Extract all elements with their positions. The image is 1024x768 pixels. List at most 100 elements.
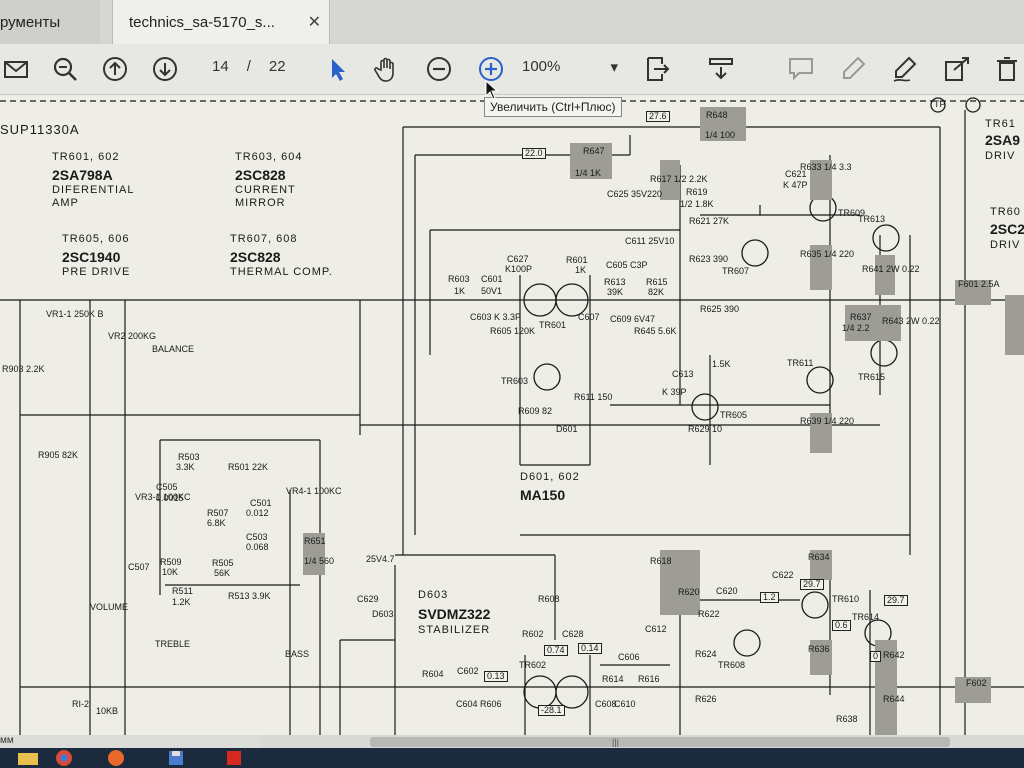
voltage-29-a: 29.7 — [800, 579, 824, 590]
voltage-0-14: 0.14 — [578, 643, 602, 654]
r509-value: 10K — [162, 567, 179, 577]
r636-label: R636 — [808, 644, 830, 654]
tab-document[interactable]: technics_sa-5170_s... ✕ — [112, 0, 330, 44]
document-view[interactable]: SUP11330A TR601, 602 2SA798A DIFERENTIAL… — [0, 95, 1024, 735]
f601-label: F601 2.5A — [958, 279, 1000, 289]
c605-label: C605 C3P — [606, 260, 648, 270]
mail-icon[interactable] — [0, 52, 34, 86]
c610-label: C610 — [614, 699, 636, 709]
sign-icon[interactable] — [888, 52, 922, 86]
r503-value: 3.3K — [176, 462, 195, 472]
r623-label: R623 390 — [689, 254, 729, 264]
save-disk-icon[interactable] — [156, 748, 196, 768]
c503-value: 0.068 — [246, 542, 269, 552]
file-explorer-icon[interactable] — [8, 748, 48, 768]
r613-label: R613 — [604, 277, 626, 287]
zoom-select[interactable]: 100% ▾ — [522, 58, 618, 76]
r619-label: R619 — [686, 187, 708, 197]
fit-page-icon[interactable] — [640, 52, 674, 86]
tab-document-label: technics_sa-5170_s... — [129, 13, 275, 31]
r603-value: 1K — [454, 286, 466, 296]
page-sep: / — [246, 58, 251, 75]
tr605-desc1: PRE DRIVE — [62, 266, 131, 278]
r645-label: R645 5.6K — [634, 326, 677, 336]
firefox-icon[interactable] — [96, 748, 136, 768]
select-cursor-icon[interactable] — [320, 52, 354, 86]
scrollbar-thumb[interactable] — [370, 737, 950, 747]
tr607-part: 2SC828 — [230, 249, 281, 265]
r651-label: R651 — [304, 536, 326, 546]
highlight-icon[interactable] — [836, 52, 870, 86]
close-tab-icon[interactable]: ✕ — [308, 12, 321, 32]
r642-label: R642 — [883, 650, 905, 660]
r620-label: R620 — [678, 587, 700, 597]
tr603-desc1: CURRENT — [235, 184, 296, 196]
d603-small: D603 — [372, 609, 394, 619]
c604-label: C604 — [456, 699, 478, 709]
r602-label: R602 — [522, 629, 544, 639]
tr603-part: 2SC828 — [235, 167, 286, 183]
units-label: мм — [0, 735, 14, 746]
c627-label: C627 — [507, 254, 529, 264]
page-total: 22 — [268, 58, 286, 75]
c620-label: C620 — [716, 586, 738, 596]
r609-label: R609 82 — [518, 406, 553, 416]
export-icon[interactable] — [940, 52, 974, 86]
c603-label: C603 K 3.3P — [470, 312, 522, 322]
chrome-icon[interactable] — [44, 748, 84, 768]
voltage-0: 0 — [870, 651, 882, 662]
zoom-search-icon[interactable] — [48, 52, 82, 86]
r625-label: R625 390 — [700, 304, 740, 314]
vr1-label: VR1-1 250K B — [46, 309, 104, 319]
acrobat-icon[interactable] — [214, 748, 254, 768]
r509-label: R509 — [160, 557, 182, 567]
tr608-label: TR608 — [718, 660, 746, 670]
toolbar: 14 / 22 100% ▾ — [0, 44, 1024, 95]
r613-value: 39K — [607, 287, 624, 297]
r511-label: R511 — [172, 586, 193, 596]
delete-icon[interactable] — [990, 52, 1024, 86]
c602-label: C602 — [457, 666, 479, 676]
tr613-label: TR613 — [858, 214, 886, 224]
r905-label: R905 82K — [38, 450, 79, 460]
tr601-desc1: DIFERENTIAL — [52, 184, 135, 196]
tab-tools[interactable]: рументы — [0, 0, 100, 44]
horizontal-scrollbar[interactable]: ||| — [260, 735, 1024, 749]
mouse-cursor-icon — [485, 80, 499, 100]
stabilizer-desc: STABILIZER — [418, 624, 491, 636]
page-current-input[interactable]: 14 — [212, 58, 229, 75]
c601-label: C601 — [481, 274, 503, 284]
c628-label: C628 — [562, 629, 584, 639]
tr603-label: TR603 — [501, 376, 529, 386]
r603-label: R603 — [448, 274, 470, 284]
tr602-label: TR602 — [519, 660, 547, 670]
c625-label: C625 35V220 — [607, 189, 663, 199]
diodes-ids: D601, 602 — [520, 471, 580, 483]
tr601-ids: TR601, 602 — [52, 151, 120, 163]
r501-label: R501 22K — [228, 462, 269, 472]
comment-icon[interactable] — [784, 52, 818, 86]
page-up-icon[interactable] — [98, 52, 132, 86]
r651-value: 1/4 560 — [304, 556, 335, 566]
tr607-desc1: THERMAL COMP. — [230, 266, 333, 278]
hand-icon[interactable] — [370, 52, 404, 86]
page-view-icon[interactable] — [704, 52, 738, 86]
zoom-out-icon[interactable] — [422, 52, 456, 86]
f602-label: F602 — [966, 678, 987, 688]
r629-label: R629 10 — [688, 424, 723, 434]
r637-value: 1/4 2.2 — [842, 323, 870, 333]
right-sc2: 2SC2 — [990, 221, 1024, 237]
c501-label: C501 — [250, 498, 272, 508]
vr-10kb-label: 10KB — [96, 706, 119, 716]
tr607-ids: TR607, 608 — [230, 233, 298, 245]
voltage-0-6: 0.6 — [832, 620, 851, 631]
r627-value: 1.5K — [712, 359, 731, 369]
page-down-icon[interactable] — [148, 52, 182, 86]
r648-value: 1/4 100 — [705, 130, 736, 140]
r634-label: R634 — [808, 552, 830, 562]
voltage-29-b: 29.7 — [884, 595, 908, 606]
r507-label: R507 — [207, 508, 229, 518]
c507-label: C507 — [128, 562, 150, 572]
diodes-part: MA150 — [520, 487, 566, 503]
c629-label: C629 — [357, 594, 379, 604]
